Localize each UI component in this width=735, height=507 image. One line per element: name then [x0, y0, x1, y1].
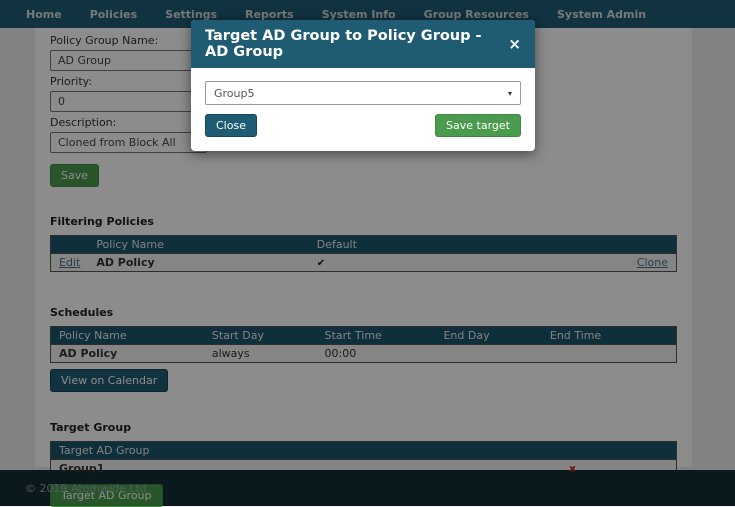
ad-group-select-value: Group5 [214, 87, 255, 100]
ad-group-select[interactable]: Group5 ▾ [205, 81, 521, 105]
chevron-down-icon: ▾ [508, 89, 512, 98]
modal-header: Target AD Group to Policy Group - AD Gro… [191, 20, 535, 68]
modal-body: Group5 ▾ Close Save target [191, 68, 535, 151]
save-target-button[interactable]: Save target [435, 114, 521, 137]
modal-actions: Close Save target [205, 114, 521, 137]
close-button[interactable]: Close [205, 114, 257, 137]
target-ad-group-modal: Target AD Group to Policy Group - AD Gro… [191, 20, 535, 151]
modal-title: Target AD Group to Policy Group - AD Gro… [205, 28, 508, 60]
close-icon[interactable]: × [508, 37, 521, 52]
